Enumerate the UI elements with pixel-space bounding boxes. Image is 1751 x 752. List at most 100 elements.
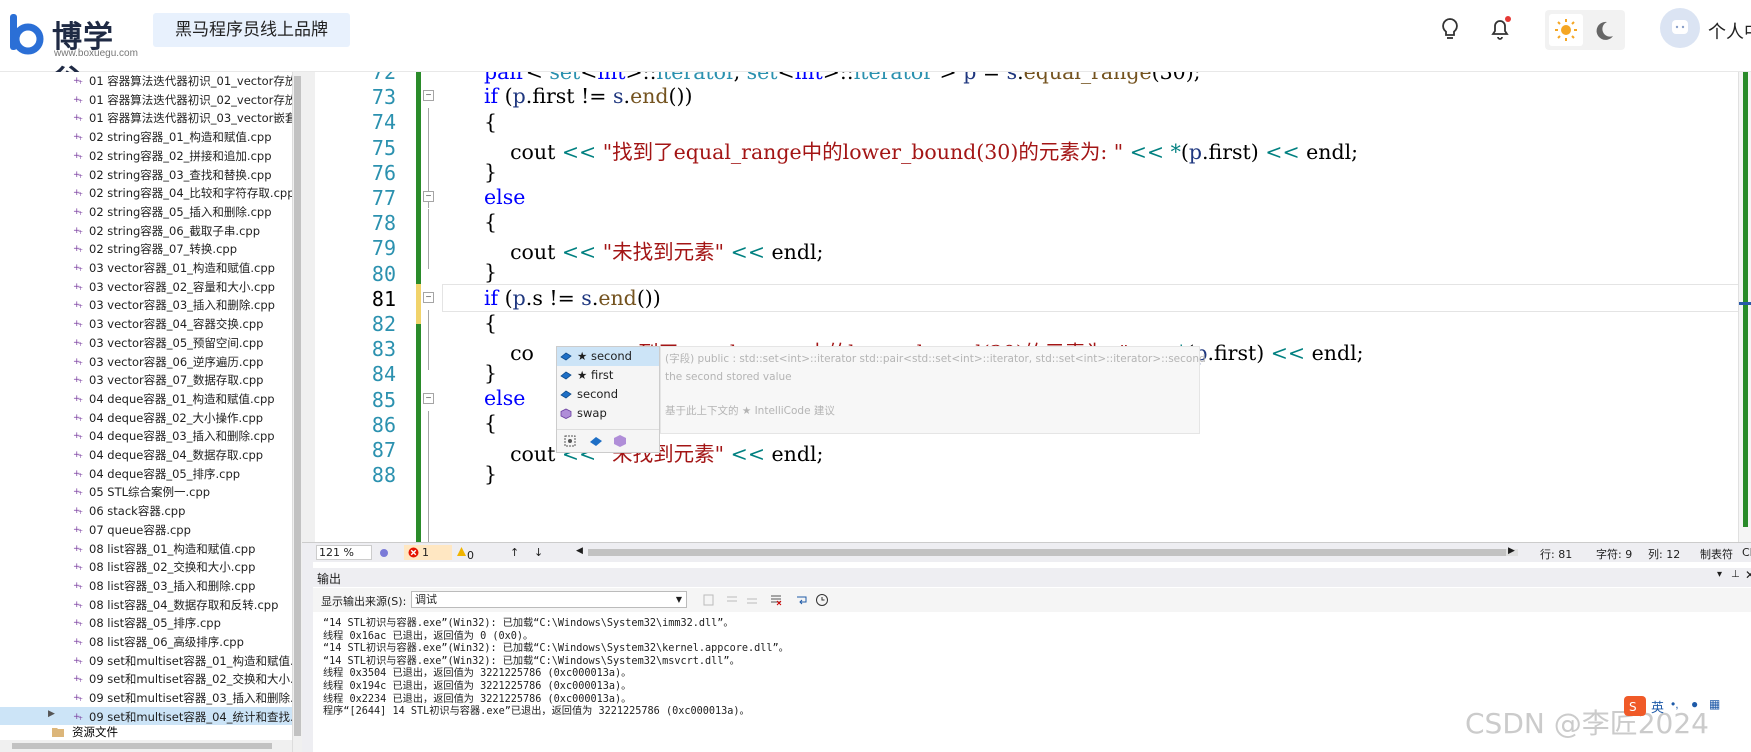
tree-item-file[interactable]: + + 03 vector容器_06_逆序遍历.cpp xyxy=(0,352,292,371)
expand-icon[interactable]: ▶ xyxy=(48,709,55,719)
ime-toolbar[interactable]: S 英 •, ● ▦ xyxy=(1623,693,1751,719)
tree-item-file[interactable]: + + 02 string容器_07_转换.cpp xyxy=(0,239,292,258)
intellisense-item[interactable]: ★ first xyxy=(557,366,659,385)
cpp-file-icon: ++ xyxy=(73,282,83,291)
tree-item-file[interactable]: + + 08 list容器_06_高级排序.cpp xyxy=(0,632,292,651)
theme-toggle[interactable] xyxy=(1545,10,1625,50)
code-line: else xyxy=(484,386,526,410)
clear-all-icon[interactable] xyxy=(769,593,783,607)
tree-item-file[interactable]: + + 06 stack容器.cpp xyxy=(0,501,292,520)
tree-item-label: 02 string容器_07_转换.cpp xyxy=(89,242,238,257)
top-header: 博学谷 www.boxuegu.com 黑马程序员线上品牌 xyxy=(0,0,1751,99)
svg-text:+: + xyxy=(78,154,83,160)
user-center-link[interactable]: 个人中 xyxy=(1708,18,1751,44)
output-source-select[interactable]: 调试 ▼ xyxy=(411,591,687,608)
tree-item-file[interactable]: + + 03 vector容器_05_预留空间.cpp xyxy=(0,333,292,352)
bell-icon[interactable] xyxy=(1485,14,1515,44)
cpp-file-icon: ++ xyxy=(73,618,83,627)
tree-item-file[interactable]: + + 02 string容器_06_截取子串.cpp xyxy=(0,221,292,240)
tree-item-file[interactable]: + + 04 deque容器_01_构造和赋值.cpp xyxy=(0,389,292,408)
tree-item-file[interactable]: + + 08 list容器_03_插入和删除.cpp xyxy=(0,576,292,595)
intellisense-item[interactable]: second xyxy=(557,385,659,404)
avatar[interactable] xyxy=(1660,8,1700,48)
tree-item-resources[interactable]: 资源文件 xyxy=(0,724,292,740)
close-icon[interactable]: ✕ xyxy=(1745,568,1751,582)
field-icon xyxy=(560,390,572,399)
line-number: 77 xyxy=(371,186,396,210)
find-icon[interactable] xyxy=(702,593,716,607)
eol-indicator[interactable]: CRLF xyxy=(1742,546,1751,559)
tree-item-file[interactable]: + + 04 deque容器_02_大小操作.cpp xyxy=(0,408,292,427)
lightbulb-icon[interactable] xyxy=(1435,14,1465,44)
tree-item-file[interactable]: + + 08 list容器_05_排序.cpp xyxy=(0,613,292,632)
tree-item-file[interactable]: + + 08 list容器_04_数据存取和反转.cpp xyxy=(0,595,292,614)
indent-indicator[interactable]: 制表符 xyxy=(1700,546,1733,562)
fold-toggle[interactable]: − xyxy=(423,292,434,303)
tree-item-file[interactable]: + + 02 string容器_03_查找和替换.cpp xyxy=(0,165,292,184)
dropdown-icon[interactable]: ▾ xyxy=(1717,569,1722,580)
code-line: { xyxy=(484,110,498,134)
tree-item-file[interactable]: + + 05 STL综合案例一.cpp xyxy=(0,482,292,501)
tree-item-file[interactable]: + + 09 set和multiset容器_03_插入和删除.cp xyxy=(0,688,292,707)
explorer-vertical-scrollbar[interactable] xyxy=(292,72,302,752)
zoom-select[interactable]: 121 % xyxy=(316,545,372,560)
svg-text:+: + xyxy=(78,229,83,235)
tree-item-file[interactable]: + + 01 容器算法迭代器初识_03_vector嵌套v xyxy=(0,108,292,127)
next-message-icon[interactable] xyxy=(745,593,759,607)
scroll-left-icon[interactable]: ◀ xyxy=(576,546,583,556)
code-editor[interactable]: 72 73 74 75 76 77 78 79 80 81 82 83 84 85 86 87 88 − − −… xyxy=(302,72,1751,542)
light-theme-button[interactable] xyxy=(1549,14,1583,46)
tree-item-file[interactable]: + + 08 list容器_01_构造和赋值.cpp xyxy=(0,539,292,558)
line-number: 78 xyxy=(371,211,396,236)
tree-item-file[interactable]: + + 04 deque容器_05_排序.cpp xyxy=(0,464,292,483)
boxuegu-logo[interactable]: 博学谷 www.boxuegu.com xyxy=(4,8,144,99)
tree-item-file[interactable]: + + 02 string容器_05_插入和删除.cpp xyxy=(0,202,292,221)
tree-item-file[interactable]: + + 04 deque容器_03_插入和删除.cpp xyxy=(0,426,292,445)
tree-item-label: 03 vector容器_02_容量和大小.cpp xyxy=(89,279,275,294)
tree-item-file[interactable]: + + 03 vector容器_01_构造和赋值.cpp xyxy=(0,258,292,277)
warning-count[interactable]: 0 xyxy=(456,546,474,562)
tree-item-file[interactable]: + + 04 deque容器_04_数据存取.cpp xyxy=(0,445,292,464)
fold-toggle[interactable]: − xyxy=(423,191,434,202)
fold-toggle[interactable]: − xyxy=(423,90,434,101)
tree-item-file[interactable]: + + 09 set和multiset容器_02_交换和大小.cp xyxy=(0,669,292,688)
git-icon[interactable] xyxy=(376,546,392,560)
editor-vertical-scrollbar[interactable] xyxy=(1738,72,1751,542)
tree-item-file[interactable]: + + 01 容器算法迭代器初识_01_vector存放内 xyxy=(0,72,292,90)
svg-text:+: + xyxy=(78,715,83,721)
svg-text:+: + xyxy=(78,378,83,384)
tree-item-file[interactable]: + + 09 set和multiset容器_01_构造和赋值.cp xyxy=(0,651,292,670)
tree-item-file[interactable]: + + 03 vector容器_02_容量和大小.cpp xyxy=(0,277,292,296)
intellisense-item[interactable]: ★ second xyxy=(557,347,659,366)
pin-icon[interactable]: ⊥ xyxy=(1731,569,1740,580)
tree-item-label: 06 stack容器.cpp xyxy=(89,504,186,519)
field-filter-icon[interactable] xyxy=(589,434,603,448)
line-number: 75 xyxy=(371,135,396,160)
line-number: 80 xyxy=(371,261,396,286)
nav-down-icon[interactable]: ↓ xyxy=(534,546,543,559)
expand-filter-icon[interactable] xyxy=(563,434,577,448)
tree-item-file[interactable]: + + 03 vector容器_04_容器交换.cpp xyxy=(0,314,292,333)
scroll-right-icon[interactable]: ▶ xyxy=(1508,546,1515,556)
tree-item-file[interactable]: + + 02 string容器_02_拼接和追加.cpp xyxy=(0,146,292,165)
clock-icon[interactable] xyxy=(815,593,829,607)
fold-toggle[interactable]: − xyxy=(423,393,434,404)
previous-message-icon[interactable] xyxy=(725,593,739,607)
intellisense-list[interactable]: ★ second ★ first second swap xyxy=(556,346,660,453)
tree-item-file[interactable]: + + 03 vector容器_03_插入和删除.cpp xyxy=(0,295,292,314)
intellisense-item[interactable]: swap xyxy=(557,404,659,423)
tree-item-file[interactable]: + + 07 queue容器.cpp xyxy=(0,520,292,539)
explorer-horizontal-scrollbar[interactable] xyxy=(0,740,292,752)
tree-item-label: 05 STL综合案例一.cpp xyxy=(89,485,211,500)
error-count[interactable]: 1 xyxy=(404,545,452,560)
tree-item-file[interactable]: ▶ + + 09 set和multiset容器_04_统计和查找.cp xyxy=(0,706,292,726)
tree-item-file[interactable]: + + 01 容器算法迭代器初识_02_vector存放自 xyxy=(0,90,292,109)
word-wrap-icon[interactable] xyxy=(795,593,809,607)
method-filter-icon[interactable] xyxy=(613,434,627,448)
tree-item-file[interactable]: + + 08 list容器_02_交换和大小.cpp xyxy=(0,557,292,576)
moon-icon[interactable] xyxy=(1589,16,1619,44)
tree-item-file[interactable]: + + 02 string容器_04_比较和字符存取.cpp xyxy=(0,183,292,202)
tree-item-file[interactable]: + + 03 vector容器_07_数据存取.cpp xyxy=(0,370,292,389)
nav-up-icon[interactable]: ↑ xyxy=(510,546,519,559)
tree-item-file[interactable]: + + 02 string容器_01_构造和赋值.cpp xyxy=(0,127,292,146)
